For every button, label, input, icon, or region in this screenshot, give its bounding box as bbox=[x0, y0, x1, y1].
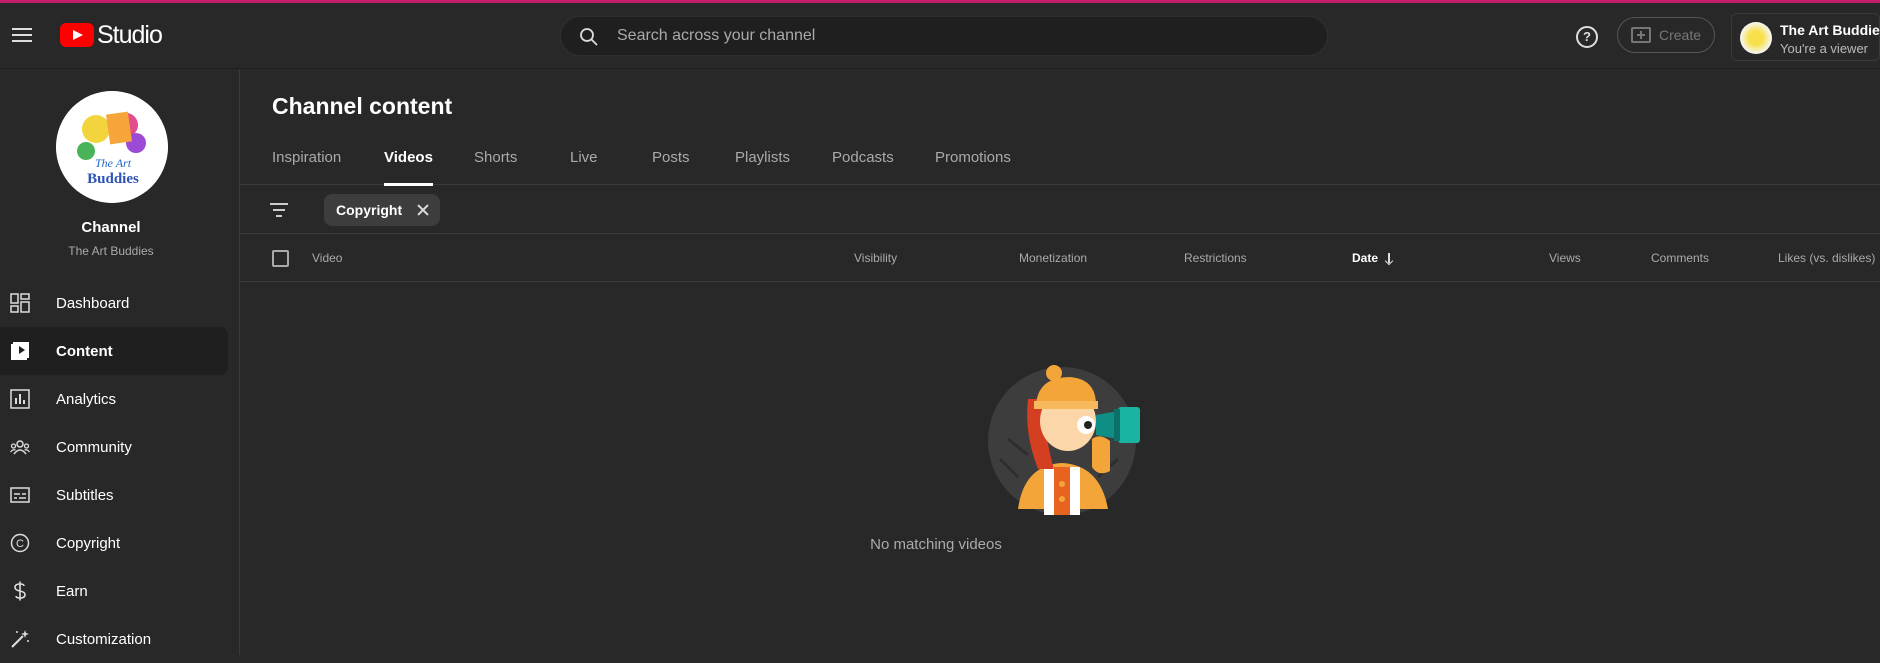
column-visibility: Visibility bbox=[854, 251, 898, 265]
tab-podcasts[interactable]: Podcasts bbox=[832, 149, 894, 185]
create-video-icon bbox=[1630, 27, 1651, 43]
column-views: Views bbox=[1549, 251, 1581, 265]
magic-wand-icon bbox=[11, 630, 29, 648]
sidebar-item-label: Dashboard bbox=[56, 294, 130, 312]
tab-inspiration[interactable]: Inspiration bbox=[272, 149, 341, 185]
column-comments: Comments bbox=[1651, 251, 1710, 265]
sidebar-item-earn[interactable]: Earn bbox=[0, 567, 228, 615]
search-input[interactable] bbox=[617, 17, 1297, 55]
sidebar-item-customization[interactable]: Customization bbox=[0, 615, 228, 663]
sort-down-arrow-icon bbox=[1384, 252, 1394, 265]
studio-logo[interactable]: Studio bbox=[60, 20, 163, 49]
select-all-checkbox[interactable] bbox=[272, 250, 289, 267]
youtube-logo-icon bbox=[60, 23, 94, 47]
column-likes: Likes (vs. dislikes) bbox=[1778, 251, 1876, 265]
community-icon bbox=[10, 440, 30, 455]
content-icon bbox=[11, 342, 29, 360]
filter-chip-copyright[interactable]: Copyright bbox=[324, 194, 441, 226]
column-date[interactable]: Date bbox=[1352, 251, 1394, 265]
channel-label: Channel bbox=[81, 219, 141, 236]
table-header: Video Visibility Monetization Restrictio… bbox=[240, 234, 1880, 282]
filter-chip-label: Copyright bbox=[336, 202, 403, 218]
account-role: You're a viewer bbox=[1780, 41, 1868, 56]
earn-icon bbox=[14, 581, 26, 601]
sidebar-item-label: Customization bbox=[56, 630, 152, 648]
account-name: The Art Buddies bbox=[1780, 22, 1880, 38]
close-icon[interactable] bbox=[416, 203, 430, 217]
top-bar: Studio ? Create The Art Buddies You're a… bbox=[0, 3, 1880, 69]
column-date-label: Date bbox=[1352, 251, 1379, 265]
tab-playlists[interactable]: Playlists bbox=[735, 149, 790, 185]
sidebar-item-label: Earn bbox=[56, 582, 88, 600]
help-icon[interactable]: ? bbox=[1576, 26, 1598, 48]
channel-logo-text-bottom: Buddies bbox=[87, 171, 139, 187]
svg-text:C: C bbox=[16, 538, 24, 550]
copyright-icon: C bbox=[10, 533, 30, 553]
filter-bar: Copyright bbox=[240, 185, 1880, 234]
sidebar-item-label: Subtitles bbox=[56, 486, 114, 504]
column-video: Video bbox=[312, 251, 343, 265]
dashboard-icon bbox=[10, 293, 30, 313]
create-button[interactable]: Create bbox=[1617, 17, 1715, 53]
tab-videos[interactable]: Videos bbox=[384, 149, 433, 186]
channel-name: The Art Buddies bbox=[68, 244, 154, 258]
sidebar-item-label: Content bbox=[56, 342, 113, 360]
empty-state-explorer-icon bbox=[988, 365, 1140, 515]
create-label: Create bbox=[1658, 27, 1702, 43]
channel-logo-text-top: The Art bbox=[95, 156, 132, 170]
sidebar-nav: Dashboard Content Analytics Community Su… bbox=[0, 279, 228, 663]
channel-avatar[interactable]: The Art Buddies bbox=[56, 91, 168, 203]
sidebar-item-label: Community bbox=[56, 438, 132, 456]
empty-state-message: No matching videos bbox=[870, 536, 1002, 553]
tab-live[interactable]: Live bbox=[570, 149, 598, 185]
page-title: Channel content bbox=[272, 93, 453, 119]
column-monetization: Monetization bbox=[1019, 251, 1088, 265]
sidebar-item-analytics[interactable]: Analytics bbox=[0, 375, 228, 423]
sidebar-item-label: Analytics bbox=[56, 390, 117, 408]
sidebar: The Art Buddies Channel The Art Buddies … bbox=[0, 69, 240, 655]
column-restrictions: Restrictions bbox=[1184, 251, 1247, 265]
menu-icon[interactable] bbox=[10, 23, 34, 47]
channel-logo-icon: The Art Buddies bbox=[56, 91, 168, 203]
tab-shorts[interactable]: Shorts bbox=[474, 149, 517, 185]
tab-promotions[interactable]: Promotions bbox=[935, 149, 1011, 185]
search-icon[interactable] bbox=[579, 27, 599, 47]
sidebar-item-label: Copyright bbox=[56, 534, 121, 552]
main-content: Channel content Inspiration Videos Short… bbox=[240, 69, 1880, 655]
logo-text: Studio bbox=[97, 20, 163, 49]
filter-icon[interactable] bbox=[270, 203, 288, 217]
sidebar-item-dashboard[interactable]: Dashboard bbox=[0, 279, 228, 327]
subtitles-icon bbox=[10, 487, 30, 503]
account-avatar bbox=[1740, 22, 1772, 54]
tab-posts[interactable]: Posts bbox=[652, 149, 690, 185]
sidebar-item-content[interactable]: Content bbox=[0, 327, 228, 375]
sidebar-item-subtitles[interactable]: Subtitles bbox=[0, 471, 228, 519]
search-bar[interactable] bbox=[560, 16, 1328, 56]
sidebar-item-copyright[interactable]: C Copyright bbox=[0, 519, 228, 567]
analytics-icon bbox=[10, 389, 30, 409]
sidebar-item-community[interactable]: Community bbox=[0, 423, 228, 471]
content-tabs: Inspiration Videos Shorts Live Posts Pla… bbox=[240, 149, 1880, 186]
account-switcher[interactable]: The Art Buddies You're a viewer bbox=[1731, 13, 1880, 61]
